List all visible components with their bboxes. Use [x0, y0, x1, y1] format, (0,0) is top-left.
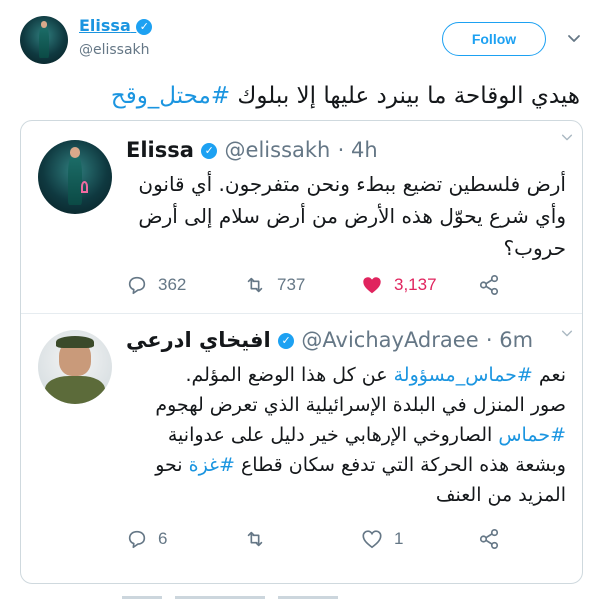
like-button[interactable]: 1: [360, 528, 403, 550]
like-icon: [363, 277, 381, 294]
like-button[interactable]: 3,137: [360, 274, 437, 296]
chevron-down-icon[interactable]: [560, 130, 574, 144]
retweet-button[interactable]: [243, 528, 277, 550]
quote1-author-line: Elissa ✓ @elissakh · 4h: [126, 138, 378, 162]
chevron-down-icon[interactable]: [566, 30, 582, 46]
main-author-handle[interactable]: @elissakh: [79, 42, 150, 58]
retweet-icon: [247, 531, 263, 547]
avatar-figure: [67, 153, 83, 206]
text-segment: الصاروخي الإرهابي خير دليل على عدوانية: [167, 424, 499, 446]
reply-button[interactable]: 362: [126, 274, 186, 296]
quote2-timestamp[interactable]: · 6m: [486, 328, 533, 352]
verified-badge-icon: ✓: [201, 143, 218, 159]
follow-button[interactable]: Follow: [442, 22, 546, 56]
reply-button[interactable]: 6: [126, 528, 167, 550]
share-button[interactable]: [478, 274, 510, 296]
retweet-icon: [247, 277, 263, 293]
quote1-author-name[interactable]: Elissa: [126, 138, 194, 162]
like-count: 1: [394, 529, 404, 548]
reply-count: 362: [158, 275, 187, 294]
share-button[interactable]: [478, 528, 510, 550]
hashtag-link[interactable]: #حماس_مسؤولة: [394, 364, 533, 386]
quote2-line: المزيد من العنف: [435, 484, 566, 506]
hashtag-link[interactable]: #حماس: [498, 424, 566, 446]
quote2-line: وبشعة هذه الحركة التي تدفع سكان قطاع #غز…: [118, 450, 566, 480]
text-segment: عن كل هذا الوضع المؤلم.: [185, 364, 394, 386]
main-tweet-plain: هيدي الوقاحة ما بينرد عليها إلا ببلوك: [230, 83, 580, 109]
quote2-author-line: افيخاي ادرعي ✓ @AvichayAdraee · 6m: [126, 328, 533, 352]
avatar-uniform: [45, 375, 105, 404]
reply-icon: [128, 530, 146, 549]
avatar-head: [40, 20, 48, 28]
divider: [21, 313, 582, 314]
avatar-head: [69, 147, 81, 158]
hashtag-link[interactable]: #غزة: [189, 454, 235, 476]
quote1-author-handle[interactable]: @elissakh: [225, 138, 331, 162]
retweet-count: 737: [277, 275, 306, 294]
quote2-line: #حماس الصاروخي الإرهابي خير دليل على عدو…: [118, 420, 566, 450]
truncated-content: [122, 584, 422, 599]
quote2-line: صور المنزل في البلدة الإسرائيلية الذي تع…: [155, 394, 566, 416]
reply-count: 6: [158, 529, 168, 548]
quote2-avatar[interactable]: [38, 330, 112, 404]
avatar-beret: [55, 335, 95, 348]
verified-badge-icon: ✓: [278, 333, 295, 349]
quote1-line: وأي شرع يحوّل هذه الأرض من أرض سلام إلى …: [138, 204, 566, 228]
text-segment: وبشعة هذه الحركة التي تدفع سكان قطاع: [234, 454, 566, 476]
verified-badge-icon: ✓: [136, 18, 153, 35]
reply-icon: [128, 276, 146, 295]
main-author-name-text[interactable]: Elissa: [79, 16, 131, 35]
quote2-author-handle[interactable]: @AvichayAdraee: [301, 328, 478, 352]
avatar-figure: [39, 24, 49, 59]
text-segment: نعم: [532, 364, 566, 386]
main-tweet-text: هيدي الوقاحة ما بينرد عليها إلا ببلوك #م…: [20, 80, 580, 112]
like-icon: [362, 530, 382, 549]
quote2-author-name[interactable]: افيخاي ادرعي: [126, 328, 271, 352]
main-author-name[interactable]: Elissa ✓: [79, 16, 153, 35]
main-avatar[interactable]: [20, 16, 68, 64]
quote1-line: حروب؟: [503, 236, 567, 260]
share-icon: [479, 275, 499, 295]
text-segment: نحو: [155, 454, 189, 476]
chevron-down-icon[interactable]: [560, 326, 574, 340]
main-tweet-hashtag[interactable]: #محتل_وقح: [111, 83, 230, 109]
quote1-line: أرض فلسطين تضيع ببطء ونحن متفرجون. أي قا…: [138, 172, 566, 196]
quote1-avatar[interactable]: [38, 140, 112, 214]
quote1-timestamp[interactable]: · 4h: [338, 138, 378, 162]
like-count: 3,137: [394, 275, 437, 294]
quote2-line: نعم #حماس_مسؤولة عن كل هذا الوضع المؤلم.: [118, 360, 566, 390]
share-icon: [479, 529, 499, 549]
pink-ribbon-icon: [80, 181, 89, 194]
retweet-button[interactable]: 737: [243, 274, 305, 296]
quote2-text: نعم #حماس_مسؤولة عن كل هذا الوضع المؤلم.…: [118, 360, 566, 510]
quote1-text: أرض فلسطين تضيع ببطء ونحن متفرجون. أي قا…: [118, 168, 566, 264]
